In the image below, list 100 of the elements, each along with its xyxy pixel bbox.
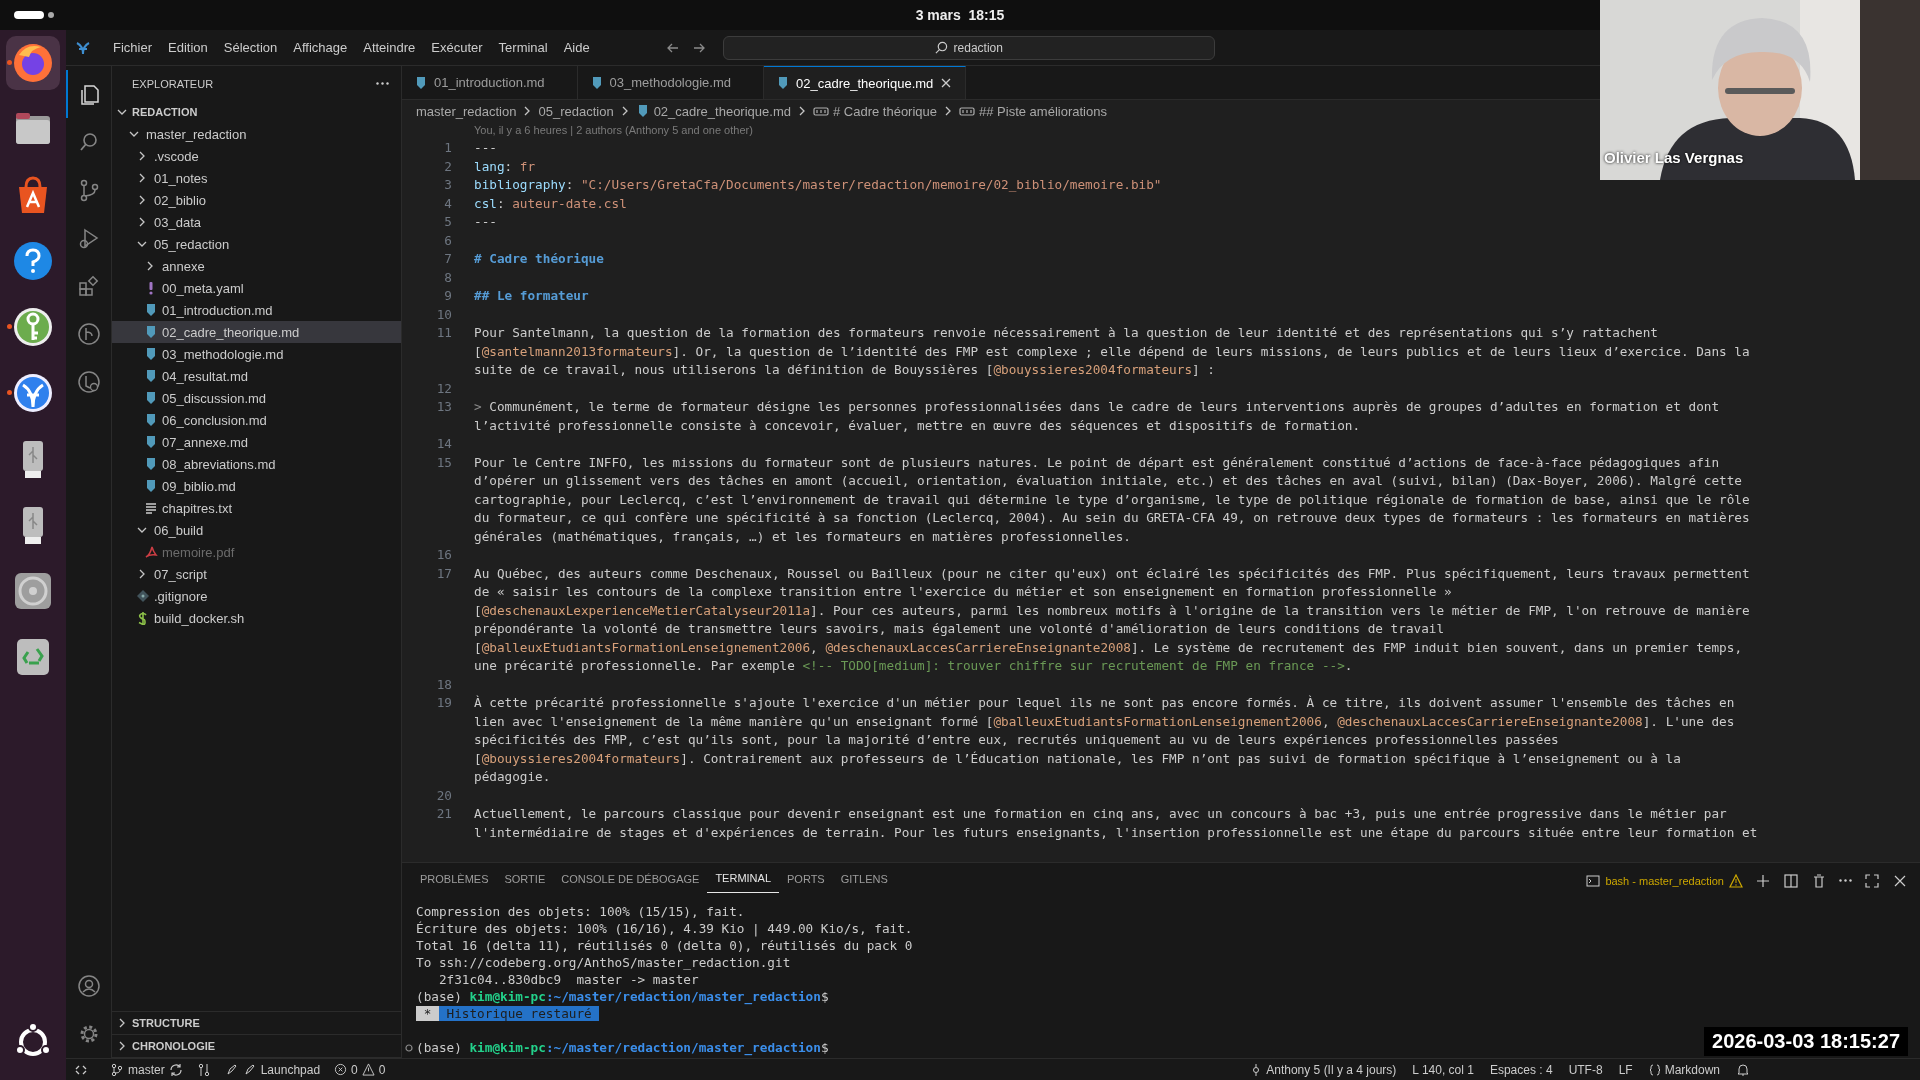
git-icon — [136, 589, 150, 603]
menu-item[interactable]: Terminal — [491, 37, 555, 58]
markdown-icon — [144, 347, 158, 361]
tree-item[interactable]: 06_build — [112, 519, 401, 541]
tree-item[interactable]: 05_redaction — [112, 233, 401, 255]
markdown-icon — [144, 303, 158, 317]
code-line: du formateur, ce qui confère une spécificité à sa fonction (Leclercq, 2004). Au sein du GRETA-CFA 49, on retrouve deux types de formateurs : les formateurs en matières — [474, 509, 1750, 527]
code-line: pédagogie. — [474, 768, 551, 786]
panel-tab[interactable]: PROBLÈMES — [412, 868, 497, 893]
tree-item[interactable]: 01_notes — [112, 167, 401, 189]
line-number: 20 — [436, 786, 452, 805]
problems-status[interactable]: 0 0 — [334, 1062, 386, 1077]
language-status[interactable]: Markdown — [1648, 1062, 1720, 1077]
encoding-status[interactable]: UTF-8 — [1568, 1062, 1603, 1077]
line-number: 7 — [444, 250, 452, 268]
tree-item[interactable]: chapitres.txt — [112, 497, 401, 519]
menu-item[interactable]: Affichage — [286, 37, 355, 58]
menu-item[interactable]: Aide — [556, 37, 597, 58]
tree-item[interactable]: 05_discussion.md — [112, 387, 401, 409]
line-number: 19 — [436, 694, 452, 712]
tree-item[interactable]: 06_conclusion.md — [112, 409, 401, 431]
tree-item[interactable]: 00_meta.yaml — [112, 277, 401, 299]
key-icon — [11, 305, 55, 349]
maximize-icon — [1864, 872, 1880, 889]
branch-icon — [110, 1062, 124, 1077]
tree-item[interactable]: 07_annexe.md — [112, 431, 401, 453]
section-header[interactable]: REDACTION — [112, 101, 401, 123]
cursor-position[interactable]: L 140, col 1 — [1412, 1062, 1474, 1077]
indentation-status[interactable]: Espaces : 4 — [1489, 1062, 1553, 1077]
terminal-line: Écriture des objets: 100% (16/16), 4.39 Kio | 449.00 Kio/s, fait. — [416, 920, 913, 937]
tree-item[interactable]: 04_resultat.md — [112, 365, 401, 387]
markdown-icon — [144, 391, 158, 405]
tree-item[interactable]: 09_biblio.md — [112, 475, 401, 497]
tree-item[interactable]: 03_methodologie.md — [112, 343, 401, 365]
tree-item[interactable]: master_redaction — [112, 123, 401, 145]
markdown-icon — [144, 435, 158, 449]
menu-item[interactable]: Exécuter — [424, 37, 490, 58]
panel-tab[interactable]: GITLENS — [832, 868, 896, 893]
blame-status[interactable]: Anthony 5 (Il y a 4 jours) — [1250, 1062, 1397, 1077]
explorer-title: EXPLORATEUR — [132, 77, 214, 90]
code-line: # Cadre théorique — [474, 250, 604, 268]
vscodium-icon — [11, 371, 55, 415]
code-line: prépondérante la volonté de transmettre leurs savoirs, mais également une volonté d'amélioration de leurs conditions de travail — [474, 620, 1445, 638]
tree-item[interactable]: annexe — [112, 255, 401, 277]
code-line: générales (mathématiques, français, …) et les formateurs en matières professionnelles. — [474, 527, 1131, 546]
breadcrumb-item[interactable]: 02_cadre_theorique.md — [635, 103, 791, 119]
menu-item[interactable]: Edition — [161, 37, 215, 58]
breadcrumb-item[interactable]: 05_redaction — [538, 103, 614, 119]
text-lines-icon — [144, 501, 158, 515]
blame-annotation[interactable]: You, il y a 6 heures | 2 authors (Anthony 5 and one other) — [474, 123, 753, 139]
tree-item[interactable]: 07_script — [112, 563, 401, 585]
launchpad-status[interactable]: Launchpad — [224, 1062, 321, 1077]
tree-item[interactable]: 03_data — [112, 211, 401, 233]
sync-icon — [168, 1062, 183, 1077]
menu-item[interactable]: Fichier — [106, 37, 159, 58]
menu-item[interactable]: Atteindre — [356, 37, 423, 58]
code-line: > Communément, le terme de formateur désigne les personnes professionnalisées dans le cadre de leurs interventions auprès de groupes d’adultes en formation et dont — [474, 398, 1720, 416]
tree-item[interactable]: .vscode — [112, 145, 401, 167]
tree-item[interactable]: 02_biblio — [112, 189, 401, 211]
panel-tab[interactable]: SORTIE — [496, 868, 554, 893]
markdown-icon — [144, 457, 158, 471]
editor-tab[interactable]: 02_cadre_theorique.md — [764, 66, 967, 99]
code-line: bibliography: "C:/Users/GretaCfa/Documents/master/redaction/memoire/02_biblio/memoire.bib" — [474, 176, 1162, 194]
line-number: 11 — [436, 324, 452, 342]
code-line: spécificités des FMP, c’est qu’ils sont, pour la majorité d’entre eux, recrutés uniquement au vu de leurs expériences professionnelles passées — [474, 731, 1559, 749]
line-number: 14 — [436, 435, 452, 453]
panel-tab[interactable]: PORTS — [779, 868, 833, 893]
tree-item[interactable]: 01_introduction.md — [112, 299, 401, 321]
branch-status[interactable]: master — [110, 1062, 183, 1077]
panel-tab[interactable]: TERMINAL — [707, 868, 779, 893]
tree-item[interactable]: .gitignore — [112, 585, 401, 607]
code-line: lien avec l'enseignement de la même manière qu'un enseignant formé [@balleuxEtudiantsFormationLenseignement2006, @deschenauxLaccesCarriereEnseignante2008]. L'une des — [474, 712, 1735, 731]
line-number: 12 — [436, 379, 452, 398]
terminal-line: Total 16 (delta 11), réutilisés 0 (delta 0), réutilisés du pack 0 — [416, 937, 913, 954]
section-header[interactable]: STRUCTURE — [112, 1012, 401, 1035]
terminal-line: 2f31c04..830dbc9 master -> master — [437, 971, 699, 988]
tree-item[interactable]: 08_abreviations.md — [112, 453, 401, 475]
terminal-line: To ssh://codeberg.org/AnthoS/master_redaction.git — [416, 954, 791, 971]
terminal-icon — [1586, 873, 1601, 888]
tree-item[interactable]: 02_cadre_theorique.md — [112, 321, 401, 343]
dock-item[interactable] — [6, 36, 60, 90]
menu-item[interactable]: Sélection — [216, 37, 285, 58]
line-number: 16 — [436, 546, 452, 564]
line-ending-status[interactable]: LF — [1618, 1062, 1633, 1077]
symbol-icon — [812, 105, 829, 117]
clock[interactable]: 3 mars 18:15 — [915, 7, 1005, 23]
code-line: [@deschenauxLexperienceMetierCatalyseur2011a]. Pour ces auteurs, parmi les nombreux motifs à l'origine de la transition vers le métier de FMP, l'on retrouve de manière — [474, 601, 1750, 620]
editor-tab[interactable]: 01_introduction.md — [402, 66, 578, 99]
code-line: Actuellement, le parcours classique pour devenir enseignant est une formation en cinq ans, avec un concours à bac +3, puis une entrée progressive dans le métier par — [474, 805, 1727, 823]
line-number: 2 — [444, 157, 452, 176]
code-line: Pour Santelmann, la question de la formation des formateurs renvoie nécessairement à la question de leur identité et des représentations qui s’y rattachent — [474, 324, 1658, 342]
breadcrumb-item[interactable]: master_redaction — [416, 103, 517, 119]
code-line: À cette précarité professionnelle s'ajoute l'exercice d'un métier pour lequel ils ne sont pas encore formés. À ce titre, ils doivent assumer l'ensemble des tâches en — [474, 694, 1735, 712]
panel-tab[interactable]: CONSOLE DE DÉBOGAGE — [553, 868, 708, 893]
command-center[interactable]: redaction — [722, 35, 1215, 60]
tree-item[interactable]: build_docker.sh — [112, 607, 401, 629]
breadcrumb-item[interactable]: ## Piste améliorations — [959, 103, 1107, 119]
terminal-selector[interactable]: bash - master_redaction — [1586, 873, 1743, 888]
breadcrumb-item[interactable]: # Cadre théorique — [812, 103, 938, 119]
code-line: --- — [474, 139, 497, 157]
